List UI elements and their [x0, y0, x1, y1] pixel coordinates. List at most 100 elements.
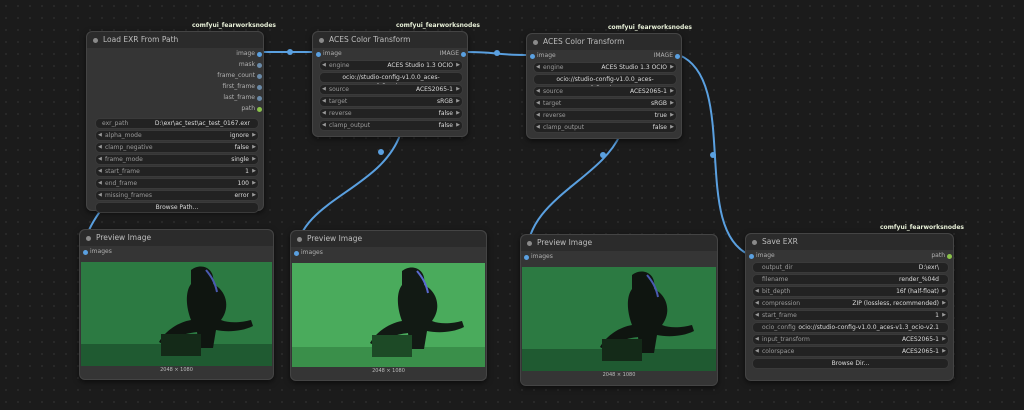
browse-path-button[interactable]: Browse Path...: [95, 202, 259, 213]
collapse-dot-icon[interactable]: [319, 38, 324, 43]
engine-combo[interactable]: ◀ engine ACES Studio 1.3 OCIO ▶: [533, 62, 677, 73]
node-title-bar[interactable]: Load EXR From Path: [87, 32, 263, 48]
collapse-dot-icon[interactable]: [752, 240, 757, 245]
colorspace-combo[interactable]: ◀ colorspace ACES2065-1 ▶: [752, 346, 949, 357]
collapse-dot-icon[interactable]: [527, 241, 532, 246]
input-port-image[interactable]: image: [530, 52, 556, 60]
missing-frames-combo[interactable]: ◀ missing_frames error ▶: [95, 190, 259, 201]
node-pack-badge: comfyui_fearworksnodes: [192, 22, 276, 29]
port-dot-icon: [461, 51, 466, 57]
node-title: Preview Image: [96, 233, 152, 242]
arrow-left-icon: ◀: [98, 156, 102, 162]
source-combo[interactable]: ◀ source ACES2065-1 ▶: [533, 86, 677, 97]
node-title-bar[interactable]: Preview Image: [521, 235, 717, 251]
arrow-right-icon: ▶: [670, 100, 674, 106]
node-title-bar[interactable]: Preview Image: [291, 231, 486, 247]
source-combo[interactable]: ◀ source ACES2065-1 ▶: [319, 84, 463, 95]
node-title: Preview Image: [307, 234, 363, 243]
widget-label: clamp_negative: [105, 144, 153, 151]
compression-combo[interactable]: ◀ compression ZIP (lossless, recommended) ▶: [752, 298, 949, 309]
arrow-left-icon: ◀: [322, 98, 326, 104]
input-port-images[interactable]: images: [524, 253, 553, 261]
browse-dir-button[interactable]: Browse Dir...: [752, 358, 949, 369]
reverse-toggle[interactable]: ◀ reverse false ▶: [319, 108, 463, 119]
arrow-right-icon: ▶: [670, 64, 674, 70]
preview-image-node-1[interactable]: Preview Image images 2048 × 1080: [79, 229, 274, 380]
port-dot-icon: [257, 95, 262, 101]
arrow-right-icon: ▶: [942, 348, 946, 354]
filename-field[interactable]: filename render_%04d: [752, 274, 949, 285]
output-dir-field[interactable]: output_dir D:\exr\: [752, 262, 949, 273]
output-port-image[interactable]: IMAGE: [654, 52, 680, 60]
arrow-right-icon: ▶: [252, 168, 256, 174]
input-port-image[interactable]: image: [749, 252, 775, 260]
output-port-image[interactable]: image: [236, 50, 262, 58]
output-port-first-frame[interactable]: first_frame: [222, 83, 262, 91]
port-dot-icon: [947, 253, 952, 259]
input-port-images[interactable]: images: [83, 248, 112, 256]
alpha-mode-combo[interactable]: ◀ alpha_mode ignore ▶: [95, 130, 259, 141]
node-title-bar[interactable]: Save EXR: [746, 234, 953, 250]
bit-depth-combo[interactable]: ◀ bit_depth 16f (half-float) ▶: [752, 286, 949, 297]
frame-mode-combo[interactable]: ◀ frame_mode single ▶: [95, 154, 259, 165]
start-frame-stepper[interactable]: ◀ start_frame 1 ▶: [752, 310, 949, 321]
arrow-left-icon: ◀: [536, 88, 540, 94]
arrow-right-icon: ▶: [456, 122, 460, 128]
port-dot-icon: [257, 84, 262, 90]
preview-image: [292, 263, 485, 367]
arrow-right-icon: ▶: [942, 288, 946, 294]
end-frame-stepper[interactable]: ◀ end_frame 100 ▶: [95, 178, 259, 189]
arrow-right-icon: ▶: [252, 180, 256, 186]
output-port-path[interactable]: path: [241, 105, 262, 113]
widget-label: ocio_config: [762, 324, 796, 331]
arrow-left-icon: ◀: [536, 100, 540, 106]
output-port-image[interactable]: IMAGE: [440, 50, 466, 58]
input-transform-combo[interactable]: ◀ input_transform ACES2065-1 ▶: [752, 334, 949, 345]
ocio-config-field[interactable]: ocio://studio-config-v1.0.0_aces-v1.3_oc…: [319, 72, 463, 90]
target-combo[interactable]: ◀ target sRGB ▶: [319, 96, 463, 107]
save-exr-node[interactable]: Save EXR image path output_dir D:\exr\ fi…: [745, 233, 954, 381]
start-frame-stepper[interactable]: ◀ start_frame 1 ▶: [95, 166, 259, 177]
output-port-frame-count[interactable]: frame_count: [217, 72, 262, 80]
ocio-config-field[interactable]: ocio://studio-config-v1.0.0_aces-v1.3_oc…: [533, 74, 677, 92]
preview-image-node-3[interactable]: Preview Image images 2048 × 1080: [520, 234, 718, 386]
reverse-toggle[interactable]: ◀ reverse true ▶: [533, 110, 677, 121]
widget-value: sRGB: [436, 98, 453, 105]
collapse-dot-icon[interactable]: [93, 38, 98, 43]
widget-value: 16f (half-float): [896, 288, 939, 295]
widget-value: false: [438, 110, 453, 117]
load-exr-node[interactable]: Load EXR From Path image mask frame_coun…: [86, 31, 264, 213]
node-title-bar[interactable]: Preview Image: [80, 230, 273, 246]
ocio-config-field[interactable]: ocio_config ocio://studio-config-v1.0.0_a…: [752, 322, 949, 333]
arrow-left-icon: ◀: [322, 86, 326, 92]
arrow-right-icon: ▶: [670, 124, 674, 130]
widget-label: input_transform: [762, 336, 810, 343]
port-dot-icon: [749, 253, 754, 259]
exr-path-field[interactable]: exr_path D:\exr\ac_test\ac_test_0167.exr: [95, 118, 259, 129]
collapse-dot-icon[interactable]: [86, 236, 91, 241]
collapse-dot-icon[interactable]: [297, 237, 302, 242]
target-combo[interactable]: ◀ target sRGB ▶: [533, 98, 677, 109]
port-label: images: [301, 249, 323, 256]
preview-image-node-2[interactable]: Preview Image images 2048 × 1080: [290, 230, 487, 381]
input-port-image[interactable]: image: [316, 50, 342, 58]
input-port-images[interactable]: images: [294, 249, 323, 257]
clamp-output-toggle[interactable]: ◀ clamp_output false ▶: [319, 120, 463, 131]
aces-transform-node-2[interactable]: ACES Color Transform image IMAGE ◀ engine…: [526, 33, 682, 139]
arrow-left-icon: ◀: [98, 192, 102, 198]
widget-value: render_%04d: [899, 276, 939, 283]
widget-label: missing_frames: [105, 192, 152, 199]
widget-label: alpha_mode: [105, 132, 142, 139]
output-port-last-frame[interactable]: last_frame: [223, 94, 262, 102]
output-port-mask[interactable]: mask: [239, 61, 262, 69]
node-title: ACES Color Transform: [329, 35, 411, 44]
clamp-negative-toggle[interactable]: ◀ clamp_negative false ▶: [95, 142, 259, 153]
widget-label: frame_mode: [105, 156, 143, 163]
node-title-bar[interactable]: ACES Color Transform: [313, 32, 467, 48]
output-port-path[interactable]: path: [931, 252, 952, 260]
engine-combo[interactable]: ◀ engine ACES Studio 1.3 OCIO ▶: [319, 60, 463, 71]
clamp-output-toggle[interactable]: ◀ clamp_output false ▶: [533, 122, 677, 133]
collapse-dot-icon[interactable]: [533, 40, 538, 45]
aces-transform-node-1[interactable]: ACES Color Transform image IMAGE ◀ engine…: [312, 31, 468, 137]
node-title-bar[interactable]: ACES Color Transform: [527, 34, 681, 50]
